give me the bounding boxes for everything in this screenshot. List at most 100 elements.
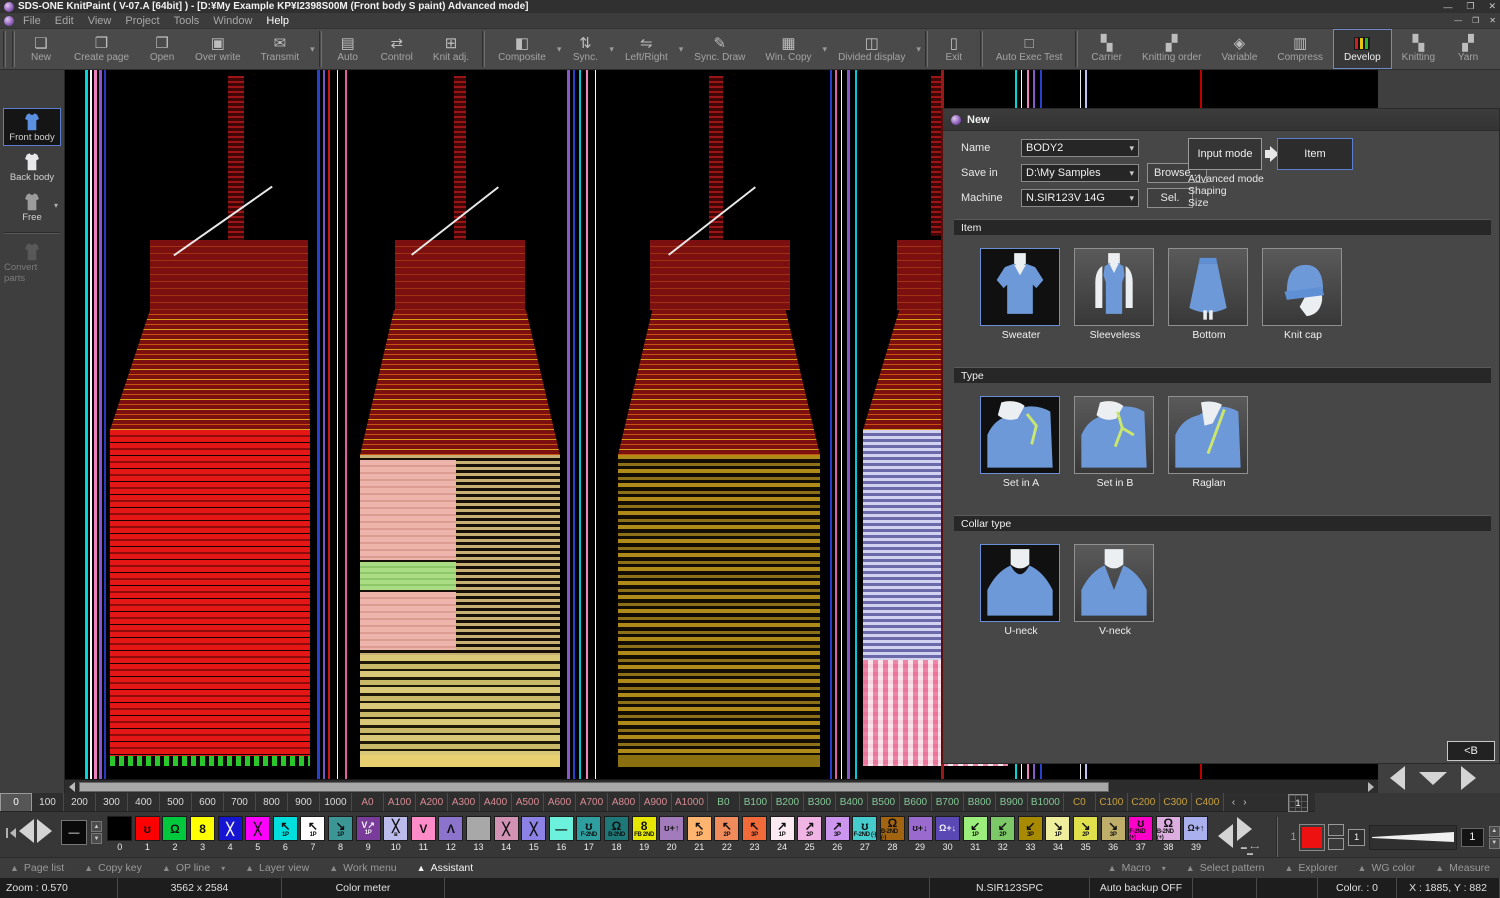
macro-button[interactable]: ▲Macro▾ xyxy=(1098,862,1176,874)
swatch-page-next-icon[interactable] xyxy=(1237,817,1252,841)
color-swatch-23[interactable]: ↖3P23 xyxy=(741,816,769,852)
color-swatch-22[interactable]: ↖2P22 xyxy=(713,816,741,852)
color-swatch-25[interactable]: ↗2P25 xyxy=(796,816,824,852)
develop-button[interactable]: Develop xyxy=(1333,29,1392,69)
swatch-box[interactable]: Ω+↓ xyxy=(935,816,960,841)
left-right-button[interactable]: ⇋Left/Right xyxy=(615,29,678,69)
yarn-button[interactable]: ▞Yarn xyxy=(1445,29,1491,69)
palette-tab-400[interactable]: 400 xyxy=(128,793,160,811)
explorer-button[interactable]: ▲Explorer xyxy=(1275,862,1348,874)
swatch-box[interactable]: ΩB-2ND (+) xyxy=(1156,816,1181,841)
first-page-icon[interactable] xyxy=(6,828,16,838)
palette-prev-icon[interactable] xyxy=(19,819,34,846)
create-page-button[interactable]: ❐Create page xyxy=(64,29,139,69)
copy-key-button[interactable]: ▲Copy key xyxy=(74,862,152,874)
select-pattern-button[interactable]: ▲Select pattern xyxy=(1176,862,1275,874)
menu-window[interactable]: Window xyxy=(206,14,259,28)
palette-tab-b200[interactable]: B200 xyxy=(772,793,804,811)
color-swatch-5[interactable]: ╳5 xyxy=(244,816,272,852)
color-swatch-37[interactable]: ʊF-2ND (+)37 xyxy=(1127,816,1155,852)
tile-sleeveless[interactable]: Sleeveless xyxy=(1074,248,1156,341)
current-color-swatch[interactable] xyxy=(1300,825,1324,850)
swatch-box[interactable]: Ω+↑ xyxy=(1183,816,1208,841)
save-in-select[interactable]: D:\My Samples ▾ xyxy=(1021,164,1139,182)
assistant-button[interactable]: ▲Assistant xyxy=(407,862,484,874)
color-swatch-28[interactable]: ΩB-2ND (-)28 xyxy=(879,816,907,852)
swatch-box[interactable]: ʊF-2ND xyxy=(576,816,601,841)
swatch-box[interactable]: ↗1P xyxy=(770,816,795,841)
tile-bottom[interactable]: Bottom xyxy=(1168,248,1250,341)
chevron-down-icon[interactable]: ▾ xyxy=(1162,864,1166,873)
spinner-down-icon[interactable]: ▼ xyxy=(91,833,102,844)
color-swatch-13[interactable]: 13 xyxy=(465,816,493,852)
auto-exec-test-button[interactable]: □Auto Exec Test xyxy=(986,29,1073,69)
composite-button[interactable]: ◧Composite xyxy=(488,29,556,69)
swatch-box[interactable]: 8FB 2ND xyxy=(632,816,657,841)
swatch-box[interactable]: V xyxy=(411,816,436,841)
color-swatch-39[interactable]: Ω+↑39 xyxy=(1182,816,1210,852)
color-swatch-3[interactable]: 83 xyxy=(189,816,217,852)
color-swatch-36[interactable]: ↘3P36 xyxy=(1099,816,1127,852)
color-swatch-21[interactable]: ↖1P21 xyxy=(685,816,713,852)
palette-tab-b500[interactable]: B500 xyxy=(868,793,900,811)
palette-tab-a600[interactable]: A600 xyxy=(544,793,576,811)
palette-tab-b600[interactable]: B600 xyxy=(900,793,932,811)
palette-tab-a800[interactable]: A800 xyxy=(608,793,640,811)
color-swatch-0[interactable]: 0 xyxy=(106,816,134,852)
palette-tab-200[interactable]: 200 xyxy=(64,793,96,811)
palette-tab-a400[interactable]: A400 xyxy=(480,793,512,811)
swatch-page-prev-icon[interactable] xyxy=(1218,824,1233,851)
swatch-box[interactable]: ↘3P xyxy=(1101,816,1126,841)
palette-tab-b1000[interactable]: B1000 xyxy=(1028,793,1064,811)
color-swatch-24[interactable]: ↗1P24 xyxy=(768,816,796,852)
spinner-down-icon[interactable]: ▼ xyxy=(1489,838,1500,849)
color-swatch-1[interactable]: ʊ1 xyxy=(134,816,162,852)
color-swatch-12[interactable]: Λ12 xyxy=(437,816,465,852)
tile-set-in-a[interactable]: Set in A xyxy=(980,396,1062,489)
transmit-button[interactable]: ✉Transmit xyxy=(251,29,310,69)
palette-tab-c0[interactable]: C0 xyxy=(1064,793,1096,811)
color-swatch-33[interactable]: ↙3P33 xyxy=(1017,816,1045,852)
scrollbar-left-icon[interactable] xyxy=(66,782,78,792)
over-write-button[interactable]: ▣Over write xyxy=(185,29,251,69)
palette-tab-b900[interactable]: B900 xyxy=(996,793,1028,811)
swatch-box[interactable]: ↖1P xyxy=(300,816,325,841)
swatch-box[interactable]: ↙2P xyxy=(990,816,1015,841)
menu-edit[interactable]: Edit xyxy=(48,14,81,28)
divided-display-button[interactable]: ◫Divided display xyxy=(828,29,915,69)
swatch-box[interactable]: V↗1P xyxy=(356,816,381,841)
line-width-spinner[interactable]: ▲▼ xyxy=(1489,826,1500,849)
swatch-box[interactable]: ↘1P xyxy=(1045,816,1070,841)
child-close-icon[interactable]: ✕ xyxy=(1489,16,1496,25)
color-swatch-7[interactable]: ↖1P7 xyxy=(299,816,327,852)
menu-file[interactable]: File xyxy=(16,14,48,28)
open-button[interactable]: ❒Open xyxy=(139,29,185,69)
line-style-box[interactable]: — xyxy=(61,820,87,845)
control-button[interactable]: ⇄Control xyxy=(371,29,423,69)
maximize-icon[interactable]: ❐ xyxy=(1466,1,1474,12)
op-line-button[interactable]: ▲OP line▾ xyxy=(152,862,235,874)
swatch-box[interactable]: ↖3P xyxy=(742,816,767,841)
color-swatch-14[interactable]: ╳14 xyxy=(492,816,520,852)
color-swatch-27[interactable]: ʊF-2ND (-)27 xyxy=(851,816,879,852)
palette-next-icon[interactable] xyxy=(37,819,52,846)
palette-tab-800[interactable]: 800 xyxy=(256,793,288,811)
swatch-box[interactable]: ΩB-2ND (-) xyxy=(880,816,905,841)
palette-tab-c100[interactable]: C100 xyxy=(1096,793,1128,811)
pan-right-arrow-icon[interactable] xyxy=(1461,766,1476,790)
varia-button[interactable]: ▮Varia xyxy=(1491,29,1500,69)
palette-tab-600[interactable]: 600 xyxy=(192,793,224,811)
auto-button[interactable]: ▤Auto xyxy=(325,29,371,69)
swatch-box[interactable]: ↗3P xyxy=(825,816,850,841)
spinner-up-icon[interactable]: ▲ xyxy=(1489,826,1500,837)
swatch-box[interactable]: ΩB-2ND xyxy=(604,816,629,841)
swatch-box[interactable]: ╳ xyxy=(521,816,546,841)
palette-tab-0[interactable]: 0 xyxy=(0,793,32,811)
variable-button[interactable]: ◈Variable xyxy=(1211,29,1267,69)
fg-bg-boxes[interactable] xyxy=(1328,824,1344,850)
palette-tab-b100[interactable]: B100 xyxy=(740,793,772,811)
swatch-box[interactable]: ╳ xyxy=(218,816,243,841)
swatch-box[interactable]: 8 xyxy=(190,816,215,841)
color-swatch-11[interactable]: V11 xyxy=(410,816,438,852)
swatch-box[interactable]: ↖1P xyxy=(273,816,298,841)
